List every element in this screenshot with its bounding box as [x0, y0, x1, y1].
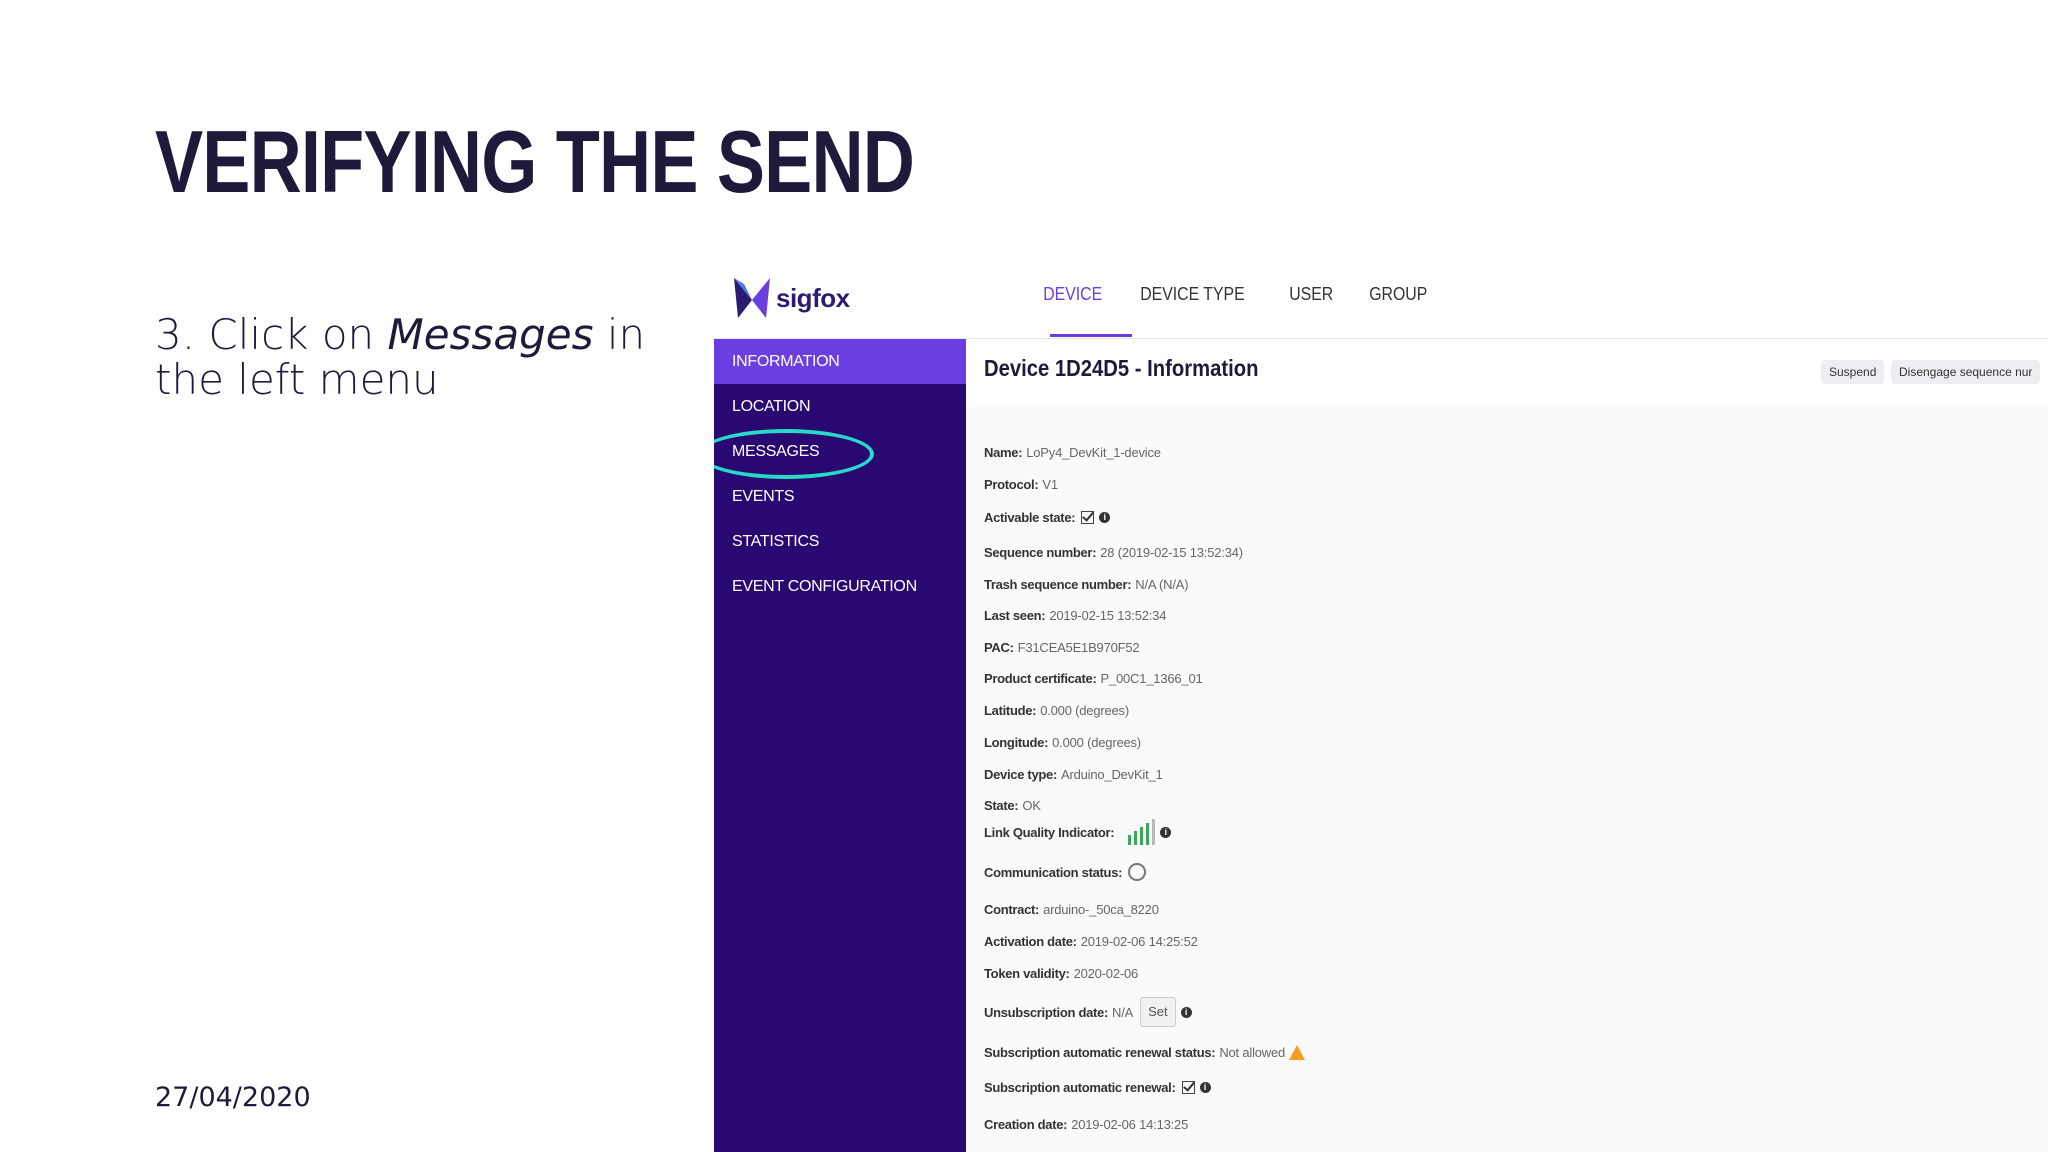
- suspend-button[interactable]: Suspend: [1821, 360, 1885, 384]
- top-navbar: sigfox DEVICE DEVICE TYPE USER GROUP: [714, 262, 2048, 339]
- field-communication-status: Communication status:: [984, 863, 1147, 881]
- main-content: Device 1D24D5 - Information Suspend Dise…: [966, 339, 2048, 1152]
- content-header: Device 1D24D5 - Information Suspend Dise…: [966, 339, 2048, 407]
- field-contract: Contract: arduino-_50ca_8220: [984, 902, 1159, 917]
- field-link-quality: Link Quality Indicator: i: [984, 819, 1172, 845]
- signal-bars-icon: [1128, 819, 1156, 845]
- sidebar-item-information[interactable]: INFORMATION: [714, 339, 966, 384]
- field-label: Subscription automatic renewal status:: [984, 1045, 1216, 1060]
- field-unsubscription-date: Unsubscription date: N/A Set i: [984, 997, 1192, 1027]
- field-token-validity: Token validity: 2020-02-06: [984, 966, 1138, 981]
- field-last-seen: Last seen: 2019-02-15 13:52:34: [984, 608, 1166, 623]
- field-value: 2020-02-06: [1073, 966, 1139, 981]
- field-label: Subscription automatic renewal:: [984, 1080, 1176, 1095]
- field-device-type: Device type: Arduino_DevKit_1: [984, 767, 1163, 782]
- warning-icon: [1289, 1045, 1306, 1060]
- field-label: Latitude:: [984, 703, 1037, 718]
- active-nav-indicator: [1050, 334, 1132, 337]
- field-value: 0.000 (degrees): [1052, 735, 1141, 750]
- field-label: Token validity:: [984, 966, 1070, 981]
- slide-title: Verifying the send: [155, 112, 915, 211]
- field-name: Name: LoPy4_DevKit_1-device: [984, 445, 1161, 460]
- info-icon[interactable]: i: [1160, 826, 1172, 838]
- field-state: State: OK: [984, 798, 1041, 813]
- field-pac: PAC: F31CEA5E1B970F52: [984, 640, 1140, 655]
- field-value: LoPy4_DevKit_1-device: [1026, 445, 1161, 460]
- field-value: N/A: [1112, 1004, 1134, 1020]
- field-label: Protocol:: [984, 477, 1039, 492]
- field-longitude: Longitude: 0.000 (degrees): [984, 735, 1141, 750]
- nav-device[interactable]: DEVICE: [1030, 284, 1115, 305]
- status-ring-icon: [1128, 863, 1147, 881]
- disengage-sequence-button[interactable]: Disengage sequence nur: [1891, 360, 2041, 384]
- field-value: N/A (N/A): [1135, 577, 1189, 592]
- sidebar-item-statistics[interactable]: STATISTICS: [714, 519, 966, 564]
- field-label: Creation date:: [984, 1117, 1068, 1132]
- field-label: Longitude:: [984, 735, 1049, 750]
- field-renewal-status: Subscription automatic renewal status: No…: [984, 1045, 1306, 1060]
- page-title: Device 1D24D5 - Information: [984, 355, 1259, 381]
- field-label: Link Quality Indicator:: [984, 824, 1115, 840]
- field-label: State:: [984, 798, 1019, 813]
- info-icon[interactable]: i: [1099, 512, 1111, 523]
- nav-group[interactable]: GROUP: [1356, 284, 1440, 305]
- logo-text: sigfox: [776, 282, 850, 313]
- field-value: F31CEA5E1B970F52: [1017, 640, 1140, 655]
- field-value: Not allowed: [1219, 1045, 1286, 1060]
- slide-date: 27/04/2020: [155, 1082, 311, 1113]
- nav-device-type[interactable]: DEVICE TYPE: [1127, 284, 1258, 305]
- field-label: Last seen:: [984, 608, 1046, 623]
- field-sequence-number: Sequence number: 28 (2019-02-15 13:52:34): [984, 545, 1243, 560]
- field-latitude: Latitude: 0.000 (degrees): [984, 703, 1129, 718]
- field-activable-state: Activable state: i: [984, 510, 1111, 525]
- field-value: V1: [1042, 477, 1058, 492]
- field-creation-date: Creation date: 2019-02-06 14:13:25: [984, 1117, 1188, 1132]
- field-value: P_00C1_1366_01: [1100, 671, 1203, 686]
- field-trash-sequence: Trash sequence number: N/A (N/A): [984, 577, 1189, 592]
- field-label: PAC:: [984, 640, 1014, 655]
- field-value: 28 (2019-02-15 13:52:34): [1100, 545, 1243, 560]
- sigfox-screenshot: sigfox DEVICE DEVICE TYPE USER GROUP INF…: [714, 262, 2048, 1152]
- field-value: OK: [1022, 798, 1041, 813]
- field-protocol: Protocol: V1: [984, 477, 1058, 492]
- main-nav: DEVICE DEVICE TYPE USER GROUP: [1030, 284, 1452, 305]
- set-button[interactable]: Set: [1140, 997, 1176, 1027]
- field-label: Name:: [984, 445, 1023, 460]
- field-value: Arduino_DevKit_1: [1061, 767, 1163, 782]
- instruction-text: 3. Click on Messages in the left menu: [155, 312, 675, 402]
- field-value: 0.000 (degrees): [1040, 703, 1129, 718]
- instruction-emphasis: Messages: [387, 310, 594, 359]
- sidebar-item-event-configuration[interactable]: EVENT CONFIGURATION: [714, 564, 966, 609]
- instruction-prefix: 3. Click on: [155, 310, 388, 359]
- sigfox-butterfly-icon: [734, 278, 770, 318]
- field-label: Unsubscription date:: [984, 1004, 1109, 1020]
- field-label: Trash sequence number:: [984, 577, 1132, 592]
- field-value: 2019-02-06 14:13:25: [1071, 1117, 1189, 1132]
- field-label: Device type:: [984, 767, 1057, 782]
- field-value: 2019-02-15 13:52:34: [1049, 608, 1167, 623]
- field-label: Contract:: [984, 902, 1040, 917]
- checked-checkbox-icon: [1081, 511, 1095, 524]
- field-activation-date: Activation date: 2019-02-06 14:25:52: [984, 934, 1198, 949]
- field-label: Product certificate:: [984, 671, 1097, 686]
- sigfox-logo[interactable]: sigfox: [732, 276, 850, 320]
- info-icon[interactable]: i: [1199, 1082, 1211, 1093]
- sidebar-item-events[interactable]: EVENTS: [714, 474, 966, 519]
- field-value: 2019-02-06 14:25:52: [1080, 934, 1198, 949]
- field-label: Sequence number:: [984, 545, 1097, 560]
- field-label: Communication status:: [984, 864, 1123, 880]
- info-icon[interactable]: i: [1180, 1006, 1192, 1018]
- sidebar-item-location[interactable]: LOCATION: [714, 384, 966, 429]
- field-automatic-renewal: Subscription automatic renewal: i: [984, 1080, 1211, 1095]
- field-value: arduino-_50ca_8220: [1043, 902, 1159, 917]
- field-product-certificate: Product certificate: P_00C1_1366_01: [984, 671, 1203, 686]
- checked-checkbox-icon: [1181, 1081, 1195, 1094]
- nav-user[interactable]: USER: [1276, 284, 1346, 305]
- field-label: Activation date:: [984, 934, 1077, 949]
- field-label: Activable state:: [984, 510, 1076, 525]
